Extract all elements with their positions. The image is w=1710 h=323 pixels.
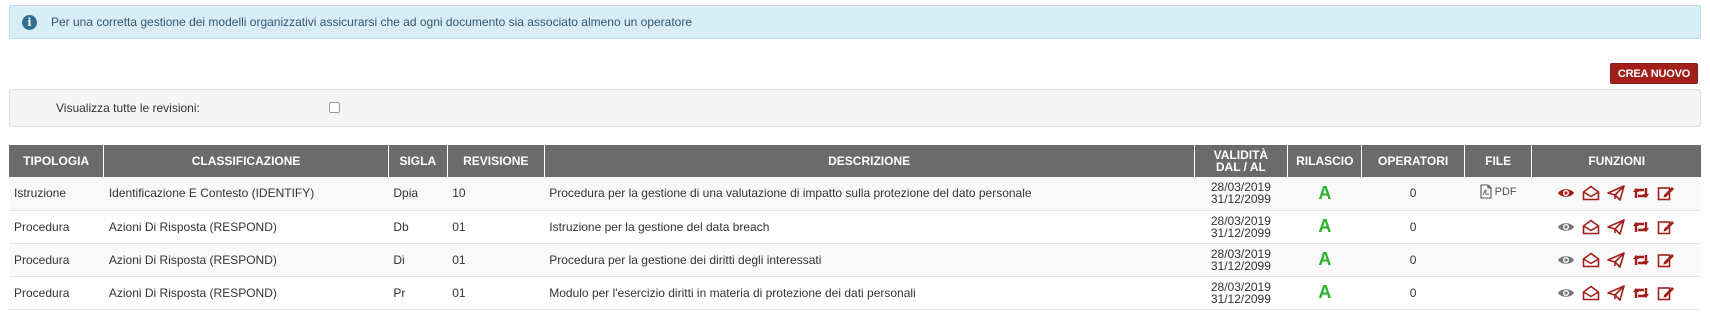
pdf-download-link[interactable]: PDF	[1480, 184, 1517, 199]
paper-plane-icon[interactable]	[1607, 184, 1626, 202]
envelope-open-icon[interactable]	[1582, 218, 1600, 236]
cell-operatori: 0	[1361, 276, 1465, 310]
validity-from: 28/03/2019	[1210, 213, 1271, 228]
documents-table: TIPOLOGIA CLASSIFICAZIONE SIGLA REVISION…	[9, 145, 1701, 310]
table-header-row: TIPOLOGIA CLASSIFICAZIONE SIGLA REVISION…	[9, 145, 1701, 177]
retweet-icon[interactable]	[1632, 251, 1650, 269]
release-status: A	[1287, 243, 1362, 277]
cell-classificazione: Azioni Di Risposta (RESPOND)	[103, 243, 389, 277]
header-tipologia[interactable]: TIPOLOGIA	[9, 145, 105, 177]
validity-from: 28/03/2019	[1210, 279, 1271, 294]
envelope-open-icon[interactable]	[1582, 284, 1600, 302]
cell-funzioni	[1531, 177, 1701, 211]
cell-descrizione: Istruzione per la gestione del data brea…	[544, 210, 1194, 244]
cell-sigla: Db	[388, 210, 448, 244]
header-operatori[interactable]: OPERATORI	[1361, 145, 1465, 177]
alert-text: Per una corretta gestione dei modelli or…	[51, 15, 693, 29]
pdf-label: PDF	[1494, 185, 1517, 198]
edit-icon[interactable]	[1657, 218, 1675, 236]
cell-revisione: 10	[447, 177, 545, 211]
envelope-open-icon[interactable]	[1582, 251, 1600, 269]
release-status: A	[1287, 177, 1362, 211]
eye-icon[interactable]	[1557, 184, 1575, 202]
header-validita[interactable]: VALIDITÀ DAL / AL	[1194, 145, 1289, 177]
cell-descrizione: Procedura per la gestione dei diritti de…	[544, 243, 1194, 277]
paper-plane-icon[interactable]	[1607, 218, 1626, 236]
cell-tipologia: Procedura	[9, 243, 104, 277]
retweet-icon[interactable]	[1632, 184, 1650, 202]
table-row[interactable]: Istruzione Identificazione E Contesto (I…	[9, 177, 1701, 211]
header-sigla[interactable]: SIGLA	[388, 145, 448, 177]
validity-to: 31/12/2099	[1210, 291, 1271, 306]
cell-file: PDF	[1464, 177, 1532, 211]
cell-funzioni	[1531, 210, 1701, 244]
cell-sigla: Di	[388, 243, 448, 277]
cell-operatori: 0	[1361, 177, 1465, 211]
table-row[interactable]: Procedura Azioni Di Risposta (RESPOND) D…	[9, 210, 1701, 244]
filter-panel: Visualizza tutte le revisioni:	[9, 89, 1701, 127]
header-rilascio[interactable]: RILASCIO	[1287, 145, 1363, 177]
info-circle-icon: i	[22, 14, 37, 30]
eye-icon[interactable]	[1557, 284, 1575, 302]
cell-operatori: 0	[1361, 210, 1465, 244]
eye-icon[interactable]	[1557, 251, 1575, 269]
show-all-revisions-label: Visualizza tutte le revisioni:	[56, 101, 200, 115]
cell-file	[1464, 210, 1532, 244]
paper-plane-icon[interactable]	[1607, 284, 1626, 302]
show-all-revisions-checkbox[interactable]	[329, 102, 340, 113]
header-descrizione[interactable]: DESCRIZIONE	[544, 145, 1195, 177]
cell-tipologia: Procedura	[9, 276, 104, 310]
edit-icon[interactable]	[1657, 284, 1675, 302]
cell-revisione: 01	[447, 243, 545, 277]
cell-classificazione: Identificazione E Contesto (IDENTIFY)	[103, 177, 389, 211]
envelope-open-icon[interactable]	[1582, 184, 1600, 202]
cell-revisione: 01	[447, 276, 545, 310]
eye-icon[interactable]	[1557, 218, 1575, 236]
cell-tipologia: Procedura	[9, 210, 104, 244]
cell-validita: 28/03/2019 31/12/2099	[1194, 243, 1288, 277]
cell-file	[1464, 276, 1532, 310]
retweet-icon[interactable]	[1632, 218, 1650, 236]
table-row[interactable]: Procedura Azioni Di Risposta (RESPOND) P…	[9, 276, 1701, 310]
cell-classificazione: Azioni Di Risposta (RESPOND)	[103, 210, 389, 244]
cell-funzioni	[1531, 276, 1701, 310]
header-revisione[interactable]: REVISIONE	[447, 145, 545, 177]
release-status: A	[1287, 210, 1362, 244]
file-pdf-icon	[1480, 184, 1492, 199]
cell-tipologia: Istruzione	[9, 177, 104, 211]
cell-descrizione: Modulo per l'esercizio diritti in materi…	[544, 276, 1194, 310]
cell-funzioni	[1531, 243, 1701, 277]
header-funzioni: FUNZIONI	[1531, 145, 1701, 177]
validity-to: 31/12/2099	[1210, 258, 1271, 273]
cell-validita: 28/03/2019 31/12/2099	[1194, 177, 1288, 211]
create-new-button[interactable]: CREA NUOVO	[1610, 63, 1698, 84]
table-row[interactable]: Procedura Azioni Di Risposta (RESPOND) D…	[9, 243, 1701, 277]
header-validita-line2: DAL / AL	[1215, 160, 1266, 174]
retweet-icon[interactable]	[1632, 284, 1650, 302]
cell-validita: 28/03/2019 31/12/2099	[1194, 276, 1288, 310]
edit-icon[interactable]	[1657, 251, 1675, 269]
header-file: FILE	[1464, 145, 1533, 177]
cell-validita: 28/03/2019 31/12/2099	[1194, 210, 1288, 244]
cell-descrizione: Procedura per la gestione di una valutaz…	[544, 177, 1194, 211]
cell-sigla: Pr	[388, 276, 448, 310]
validity-to: 31/12/2099	[1210, 225, 1271, 240]
cell-revisione: 01	[447, 210, 545, 244]
cell-file	[1464, 243, 1532, 277]
cell-operatori: 0	[1361, 243, 1465, 277]
edit-icon[interactable]	[1657, 184, 1675, 202]
validity-to: 31/12/2099	[1210, 192, 1271, 207]
info-alert: i Per una corretta gestione dei modelli …	[9, 5, 1701, 39]
header-classificazione[interactable]: CLASSIFICAZIONE	[103, 145, 389, 177]
release-status: A	[1287, 276, 1362, 310]
cell-classificazione: Azioni Di Risposta (RESPOND)	[103, 276, 389, 310]
paper-plane-icon[interactable]	[1607, 251, 1626, 269]
cell-sigla: Dpia	[388, 177, 448, 211]
validity-from: 28/03/2019	[1210, 246, 1271, 261]
